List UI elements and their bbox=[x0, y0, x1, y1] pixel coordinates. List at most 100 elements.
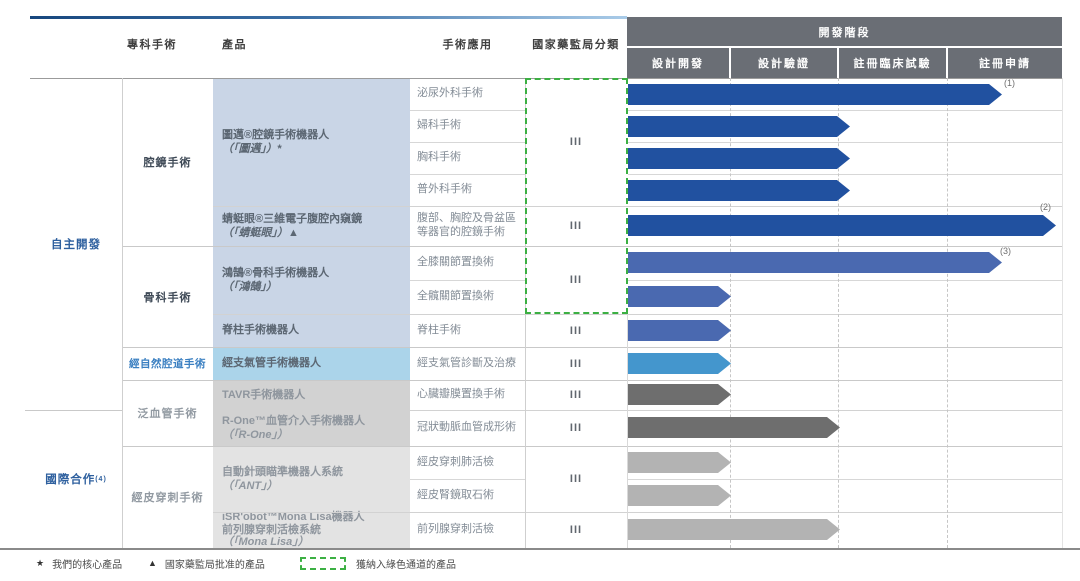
class-tavr: III bbox=[525, 380, 627, 410]
class-spine-value: III bbox=[569, 324, 583, 337]
group-international-label: 國際合作 bbox=[45, 474, 96, 486]
product-toumai-line1: 圖邁®腔鏡手術機器人 bbox=[222, 128, 330, 141]
row-divider bbox=[122, 347, 1062, 348]
triangle-icon: ▲ bbox=[148, 558, 157, 568]
product-honghu: 鴻鵠®骨科手術機器人 （「鴻鵠」） bbox=[213, 246, 410, 314]
application-prostate-biopsy-label: 前列腺穿刺活檢 bbox=[417, 523, 494, 536]
group-international: 國際合作 (4) bbox=[30, 410, 122, 548]
application-thoracic-label: 胸科手術 bbox=[417, 151, 461, 164]
header-dev-stage-label: 開發階段 bbox=[818, 26, 871, 39]
pipeline-bar-abdominal bbox=[628, 215, 1056, 236]
application-abdominal-label: 腹部、胸腔及骨盆區等器官的腔鏡手術 bbox=[417, 212, 516, 238]
specialty-percutaneous: 經皮穿刺手術 bbox=[122, 446, 213, 548]
header-stage-clinical-trial: 註冊臨床試驗 bbox=[839, 48, 946, 78]
row-divider bbox=[213, 512, 1062, 513]
application-valve: 心臟瓣膜置換手術 bbox=[410, 380, 525, 410]
stage-2-label: 設計驗證 bbox=[758, 58, 810, 70]
product-honghu-line1: 鴻鵠®骨科手術機器人 bbox=[222, 266, 330, 279]
app-row-divider bbox=[628, 479, 1062, 480]
application-spine: 脊柱手術 bbox=[410, 314, 525, 347]
table-bottom-rule bbox=[0, 548, 1080, 550]
app-row-divider bbox=[410, 142, 525, 143]
class-ant: III bbox=[525, 446, 627, 512]
row-divider bbox=[122, 446, 1062, 447]
header-specialty: 專科手術 bbox=[122, 24, 213, 64]
application-bronchial-label: 經支氣管診斷及治療 bbox=[417, 356, 516, 369]
application-gynecology-label: 婦科手術 bbox=[417, 119, 461, 132]
pipeline-bar-spine bbox=[628, 320, 731, 341]
app-row-divider bbox=[410, 110, 525, 111]
table-right-edge bbox=[1062, 78, 1063, 548]
application-bronchial: 經支氣管診斷及治療 bbox=[410, 347, 525, 380]
legend-green-channel: 獲納入綠色通道的產品 bbox=[356, 555, 456, 571]
app-row-divider bbox=[628, 174, 1062, 175]
product-rone-alias: （「R-One」） bbox=[222, 429, 288, 441]
class-spine: III bbox=[525, 314, 627, 347]
specialty-endoscopic: 腔鏡手術 bbox=[122, 78, 213, 246]
class-monalisa-value: III bbox=[569, 524, 583, 536]
product-dragonfly-line1: 蜻蜓眼®三維電子腹腔內窺鏡 bbox=[222, 212, 363, 225]
product-ant-line1: 自動針頭瞄準機器人系統 bbox=[222, 465, 343, 478]
specialty-panvascular-label: 泛血管手術 bbox=[137, 408, 198, 420]
legend-approved-product-label: 國家藥監局批准的產品 bbox=[164, 559, 265, 571]
app-row-divider bbox=[410, 280, 525, 281]
application-general-label: 普外科手術 bbox=[417, 183, 472, 196]
app-row-divider bbox=[410, 479, 525, 480]
stage-gridline bbox=[947, 78, 948, 548]
product-dragonfly-alias: （「蜻蜓眼」）▲ bbox=[222, 227, 299, 239]
row-divider bbox=[213, 410, 1062, 411]
product-honghu-alias: （「鴻鵠」） bbox=[222, 281, 277, 293]
product-bronchoscopy-line1: 經支氣管手術機器人 bbox=[222, 357, 321, 370]
class-monalisa: III bbox=[525, 512, 627, 548]
stage-4-label: 註冊申請 bbox=[979, 58, 1031, 70]
pipeline-bar-valve bbox=[628, 384, 731, 405]
application-tka-label: 全膝關節置換術 bbox=[417, 256, 494, 269]
pipeline-bar-bronchial bbox=[628, 353, 731, 374]
note-1: (1) bbox=[1004, 78, 1015, 88]
star-icon: ★ bbox=[36, 557, 45, 568]
application-urology-label: 泌尿外科手術 bbox=[417, 87, 483, 100]
green-channel-swatch bbox=[300, 557, 346, 570]
header-specialty-label: 專科手術 bbox=[127, 39, 177, 51]
class-ant-value: III bbox=[569, 473, 583, 485]
application-spine-label: 脊柱手術 bbox=[417, 323, 461, 336]
pipeline-bar-tka bbox=[628, 252, 1002, 273]
application-abdominal: 腹部、胸腔及骨盆區等器官的腔鏡手術 bbox=[410, 206, 525, 246]
product-pipeline-figure: 專科手術 產品 手術應用 國家藥監局分類 開發階段 設計開發 設計驗證 註冊臨床… bbox=[0, 0, 1080, 581]
specialty-orthopedic: 骨科手術 bbox=[122, 246, 213, 347]
product-monalisa-line2: 前列腺穿刺活檢系統 bbox=[222, 523, 321, 536]
class-rone: III bbox=[525, 410, 627, 446]
application-valve-label: 心臟瓣膜置換手術 bbox=[417, 388, 505, 401]
header-product: 產品 bbox=[213, 24, 410, 64]
group-self-developed-label: 自主開發 bbox=[51, 239, 101, 251]
application-kidney-stone-label: 經皮腎鏡取石術 bbox=[417, 488, 494, 501]
row-divider bbox=[213, 206, 1062, 207]
header-nmpa-class: 國家藥監局分類 bbox=[525, 24, 627, 64]
product-tavr-robot: TAVR手術機器人 bbox=[213, 380, 410, 410]
application-general: 普外科手術 bbox=[410, 174, 525, 206]
group-divider bbox=[25, 410, 122, 411]
note-3: (3) bbox=[1000, 246, 1011, 256]
application-coronary-label: 冠狀動脈血管成形術 bbox=[417, 421, 516, 434]
pipeline-bar-urology bbox=[628, 84, 1002, 105]
app-row-divider bbox=[410, 174, 525, 175]
legend-green-channel-label: 獲納入綠色通道的產品 bbox=[356, 559, 456, 571]
product-toumai-alias: （「圖邁」）* bbox=[222, 143, 282, 155]
product-rone: R-One™血管介入手術機器人 （「R-One」） bbox=[213, 410, 410, 446]
application-thoracic: 胸科手術 bbox=[410, 142, 525, 174]
row-divider bbox=[213, 314, 1062, 315]
specialty-endoscopic-label: 腔鏡手術 bbox=[143, 157, 192, 169]
column-divider bbox=[627, 314, 628, 548]
class-rone-value: III bbox=[569, 422, 583, 434]
product-ant: 自動針頭瞄準機器人系統 （「ANT」） bbox=[213, 446, 410, 512]
pipeline-bar-thoracic bbox=[628, 148, 850, 169]
product-toumai: 圖邁®腔鏡手術機器人 （「圖邁」）* bbox=[213, 78, 410, 206]
stage-1-label: 設計開發 bbox=[652, 58, 704, 70]
stage-3-label: 註冊臨床試驗 bbox=[853, 58, 932, 70]
header-stage-design-dev: 設計開發 bbox=[627, 48, 729, 78]
top-accent-rule bbox=[30, 16, 627, 19]
header-product-label: 產品 bbox=[222, 39, 247, 51]
application-lung-biopsy-label: 經皮穿刺肺活檢 bbox=[417, 455, 494, 468]
group-international-sup: (4) bbox=[95, 475, 107, 483]
pipeline-bar-coronary bbox=[628, 417, 840, 438]
